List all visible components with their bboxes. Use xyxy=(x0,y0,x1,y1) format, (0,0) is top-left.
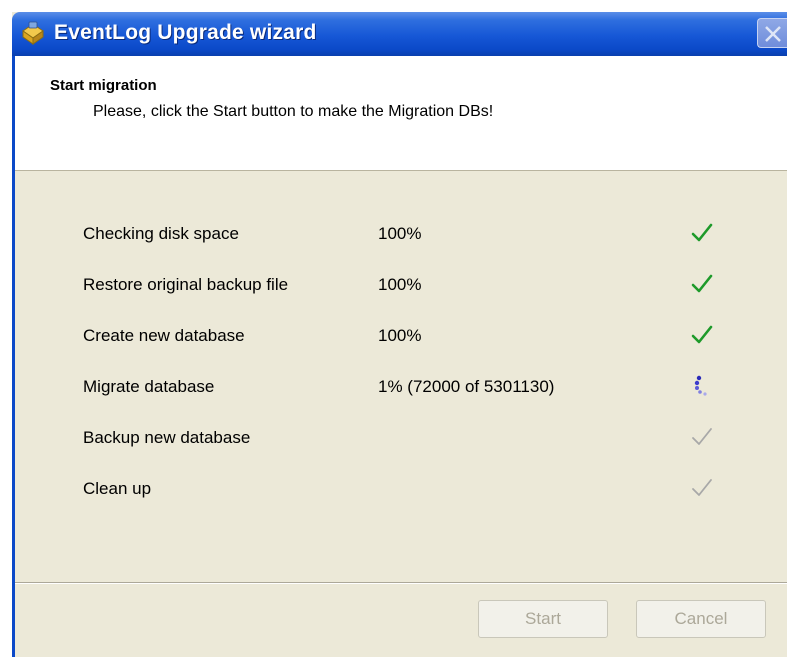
spinner-icon xyxy=(694,375,707,396)
check-icon xyxy=(691,223,713,242)
step-progress: 100% xyxy=(378,275,422,294)
close-icon xyxy=(765,26,781,42)
footer-separator xyxy=(15,582,787,584)
page-subtitle: Please, click the Start button to make t… xyxy=(93,103,494,120)
step-label: Create new database xyxy=(83,326,245,345)
check-icon xyxy=(691,274,713,293)
check-icon xyxy=(692,479,712,496)
window-body: Start migration Please, click the Start … xyxy=(12,56,787,657)
title-bar[interactable]: EventLog Upgrade wizard xyxy=(12,12,787,56)
wizard-header: Start migration Please, click the Start … xyxy=(15,56,787,171)
step-progress: 1% (72000 of 5301130) xyxy=(378,377,555,396)
step-row: Clean up xyxy=(15,473,787,503)
step-row: Create new database 100% xyxy=(15,320,787,350)
step-row: Checking disk space 100% xyxy=(15,218,787,248)
start-button[interactable]: Start xyxy=(478,600,608,638)
step-progress: 100% xyxy=(378,326,422,345)
step-label: Restore original backup file xyxy=(83,275,289,294)
window-title: EventLog Upgrade wizard xyxy=(54,21,317,44)
wizard-window: EventLog Upgrade wizard Start migration … xyxy=(12,12,787,657)
cancel-button[interactable]: Cancel xyxy=(636,600,766,638)
close-button[interactable] xyxy=(757,18,787,48)
check-icon xyxy=(692,428,712,445)
step-label: Checking disk space xyxy=(83,224,239,243)
step-label: Migrate database xyxy=(83,377,215,396)
package-icon xyxy=(22,21,44,45)
check-icon xyxy=(691,325,713,344)
step-progress: 100% xyxy=(378,224,422,243)
step-row: Restore original backup file 100% xyxy=(15,269,787,299)
page-title: Start migration xyxy=(50,77,157,94)
step-row: Migrate database 1% (72000 of 5301130) xyxy=(15,371,787,401)
step-label: Clean up xyxy=(83,479,152,498)
step-label: Backup new database xyxy=(83,428,251,447)
step-row: Backup new database xyxy=(15,422,787,452)
